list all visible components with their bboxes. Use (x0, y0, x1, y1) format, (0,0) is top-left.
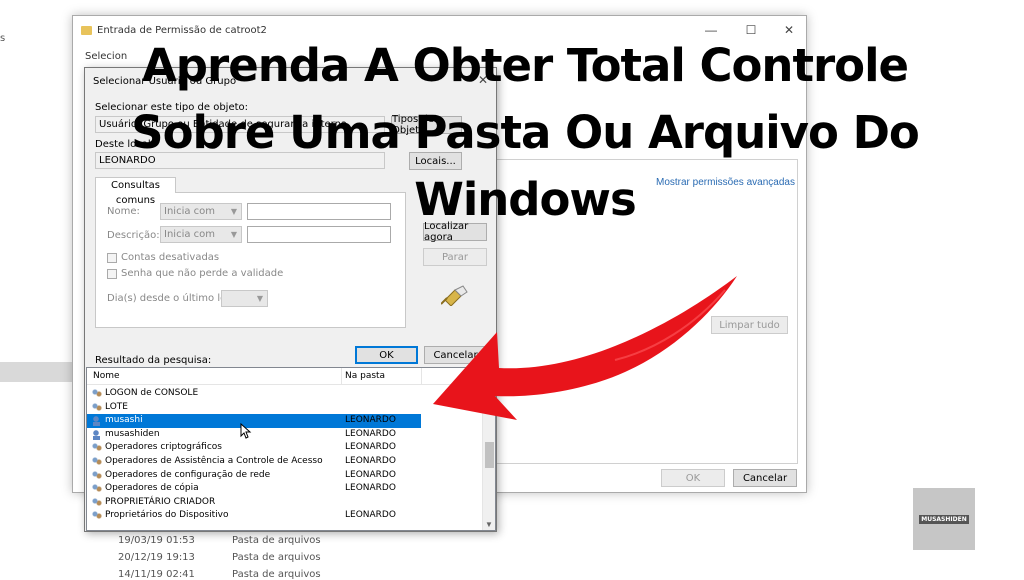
group-icon (91, 510, 102, 522)
row-name: PROPRIETÁRIO CRIADOR (105, 496, 216, 507)
table-row[interactable]: LOGON de CONSOLE (87, 387, 483, 401)
watermark-text: MUSASHIDEN (919, 514, 969, 524)
disabled-accounts-label: Contas desativadas (121, 252, 220, 263)
group-icon (91, 469, 102, 481)
chevron-down-icon: ▼ (256, 294, 263, 303)
table-row[interactable]: musashi LEONARDO (87, 414, 421, 428)
table-row[interactable]: Operadores de cópia LEONARDO (87, 482, 483, 496)
background-row-type: Pasta de arquivos (232, 569, 321, 580)
results-label: Resultado da pesquisa: (95, 355, 212, 366)
row-folder: LEONARDO (345, 428, 396, 439)
background-row-type: Pasta de arquivos (232, 535, 321, 546)
row-name: LOGON de CONSOLE (105, 388, 199, 398)
table-row[interactable]: Operadores criptográficos LEONARDO (87, 441, 483, 455)
stop-button[interactable]: Parar (423, 248, 487, 266)
video-headline: Aprenda A Obter Total Controle Sobre Uma… (90, 32, 960, 233)
channel-watermark: MUSASHIDEN (913, 488, 975, 550)
non-expiring-password-label: Senha que não perde a validade (121, 268, 284, 279)
background-row-type: Pasta de arquivos (232, 552, 321, 563)
row-folder: LEONARDO (345, 510, 396, 521)
row-folder: LEONARDO (345, 469, 396, 480)
row-name: LOTE (105, 401, 128, 412)
dialog-ok-button[interactable]: OK (355, 346, 418, 364)
table-row[interactable]: musashiden LEONARDO (87, 428, 483, 442)
column-separator (421, 368, 422, 385)
column-header-name[interactable]: Nome (93, 371, 120, 381)
row-folder: LEONARDO (345, 456, 396, 466)
background-row-date: 20/12/19 19:13 (118, 552, 195, 563)
group-icon (91, 483, 102, 495)
headline-line: Sobre Uma Pasta Ou Arquivo Do (131, 106, 920, 159)
scroll-thumb[interactable] (485, 442, 494, 468)
table-row[interactable]: Operadores de Assistência a Controle de … (87, 455, 483, 469)
table-row[interactable]: Proprietários do Dispositivo LEONARDO (87, 509, 483, 523)
background-row-date: 19/03/19 01:53 (118, 535, 195, 546)
group-icon (91, 496, 102, 508)
row-name: Operadores de configuração de rede (105, 469, 271, 480)
group-icon (91, 456, 102, 467)
row-name: Operadores de Assistência a Controle de … (105, 456, 323, 466)
background-row-date: 14/11/19 02:41 (118, 569, 195, 580)
headline-line: Windows (414, 173, 637, 226)
group-icon (91, 442, 102, 454)
perm-ok-button[interactable]: OK (661, 469, 725, 487)
column-header-folder[interactable]: Na pasta (345, 371, 385, 381)
days-since-logon-combo[interactable]: ▼ (221, 290, 268, 307)
table-row[interactable]: LOTE (87, 401, 483, 415)
row-name: Operadores de cópia (105, 483, 199, 494)
column-separator (341, 368, 342, 385)
user-icon (91, 415, 102, 427)
row-folder: LEONARDO (345, 415, 396, 426)
group-icon (91, 388, 102, 399)
row-name: musashi (105, 415, 143, 426)
row-name: musashiden (105, 428, 160, 439)
group-icon (91, 401, 102, 413)
headline-line: Aprenda A Obter Total Controle (141, 39, 909, 92)
table-row[interactable]: Operadores de configuração de rede LEONAR… (87, 469, 483, 483)
row-folder: LEONARDO (345, 442, 396, 453)
row-folder: LEONARDO (345, 483, 396, 494)
user-icon (91, 428, 102, 440)
disabled-accounts-checkbox[interactable] (107, 253, 117, 263)
row-name: Operadores criptográficos (105, 442, 222, 453)
mouse-cursor-icon (240, 423, 252, 439)
non-expiring-password-checkbox[interactable] (107, 269, 117, 279)
background-left-text: s (0, 33, 6, 44)
scroll-down-arrow[interactable]: ▼ (485, 520, 493, 529)
row-name: Proprietários do Dispositivo (105, 510, 229, 521)
table-row[interactable]: PROPRIETÁRIO CRIADOR (87, 496, 483, 510)
red-arrow-icon (433, 276, 737, 420)
perm-cancel-button[interactable]: Cancelar (733, 469, 797, 487)
